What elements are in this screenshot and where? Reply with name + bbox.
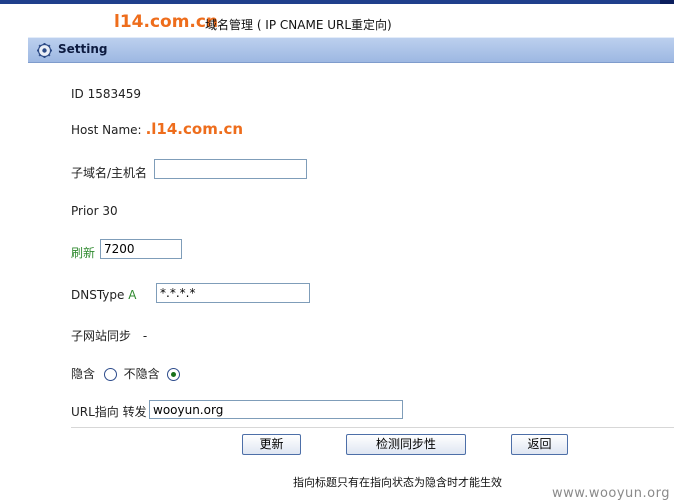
- dnstype-row: DNSType A: [71, 288, 136, 302]
- dnstype-label: DNSType: [71, 288, 125, 302]
- refresh-input[interactable]: [100, 239, 182, 259]
- sync-row: 子网站同步 -: [71, 327, 147, 344]
- prior-row: Prior 30: [71, 204, 118, 218]
- update-button[interactable]: 更新: [242, 434, 301, 455]
- url-label: URL指向: [71, 405, 119, 419]
- id-label: ID: [71, 87, 84, 101]
- help-note: 指向标题只有在指向状态为隐含时才能生效: [293, 476, 502, 489]
- back-button[interactable]: 返回: [511, 434, 568, 455]
- title-bar: l14.com.cn 域名管理 ( IP CNAME URL重定向): [0, 8, 674, 36]
- nohide-radio[interactable]: [166, 368, 180, 381]
- prior-label: Prior: [71, 204, 99, 218]
- url-row: URL指向 转发: [71, 403, 147, 420]
- top-strip-tick: [660, 0, 674, 4]
- hide-label: 隐含: [71, 367, 96, 381]
- host-value: .l14.com.cn: [145, 120, 244, 138]
- setting-panel-header: Setting: [28, 37, 674, 63]
- sync-value: -: [142, 329, 148, 343]
- host-row: Host Name: .l14.com.cn: [71, 120, 243, 138]
- subdomain-label: 子域名/主机名: [71, 166, 148, 180]
- page-subtitle: 域名管理 ( IP CNAME URL重定向): [205, 18, 392, 32]
- dnstype-value: A: [128, 288, 137, 302]
- divider: [71, 427, 674, 428]
- forward-label: 转发: [122, 405, 147, 419]
- brand-logo: l14.com.cn: [114, 12, 219, 32]
- dns-address-input[interactable]: [156, 283, 310, 303]
- refresh-label: 刷新: [71, 246, 96, 260]
- panel-title: Setting: [58, 42, 108, 56]
- prior-value: 30: [102, 204, 118, 218]
- id-row: ID 1583459: [71, 87, 141, 101]
- sync-label: 子网站同步: [71, 329, 132, 343]
- subdomain-input[interactable]: [154, 159, 307, 179]
- id-value: 1583459: [87, 87, 142, 101]
- watermark: www.wooyun.org: [551, 486, 670, 501]
- hide-radio[interactable]: [103, 368, 117, 381]
- url-input[interactable]: [149, 400, 403, 419]
- hide-row: 隐含 不隐含: [71, 365, 183, 382]
- gear-icon: [36, 42, 53, 59]
- host-label: Host Name:: [71, 123, 142, 137]
- check-sync-button[interactable]: 检测同步性: [346, 434, 466, 455]
- top-strip: [0, 0, 674, 4]
- nohide-label: 不隐含: [123, 367, 160, 381]
